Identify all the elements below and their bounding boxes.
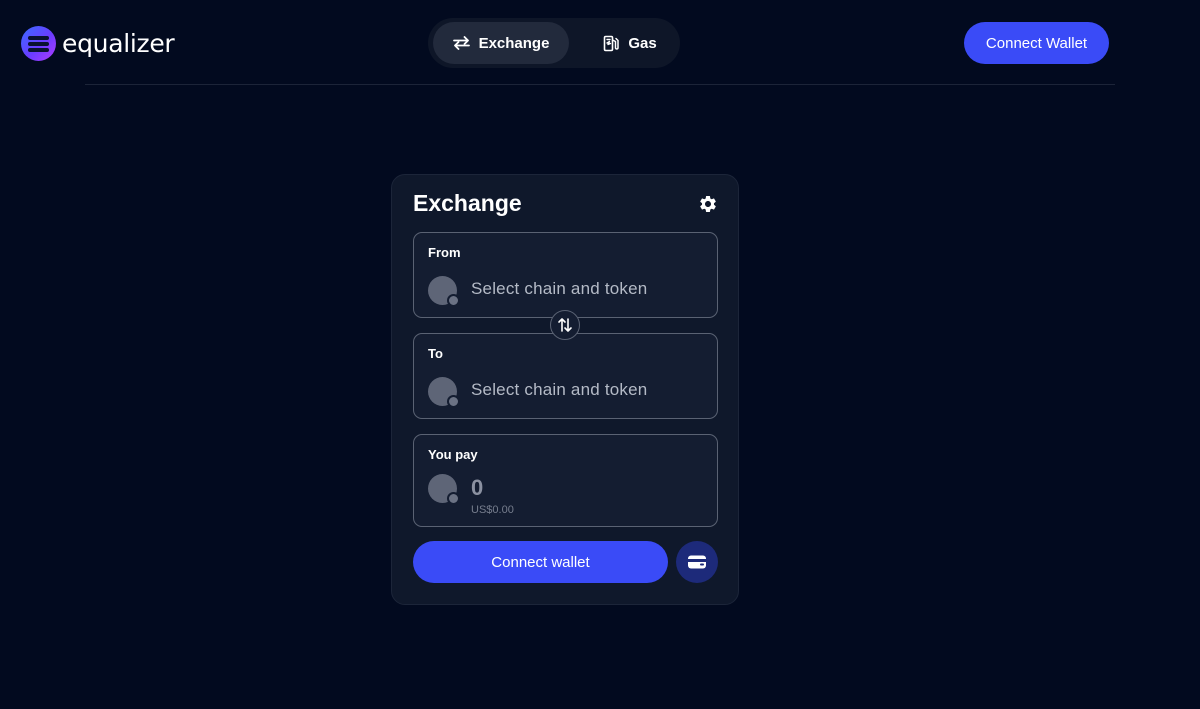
gear-icon[interactable] [698,194,718,214]
tab-exchange[interactable]: Exchange [433,22,569,64]
swap-direction-button[interactable] [550,310,580,340]
logo[interactable]: equalizer [21,25,175,61]
pay-amount-input[interactable]: 0 [471,475,483,501]
token-placeholder-icon [428,377,460,408]
chain-placeholder-icon [447,294,460,307]
exchange-card: Exchange From Select chain and token To … [391,174,739,605]
swap-arrows-icon [452,36,470,50]
gas-pump-icon [604,35,620,51]
to-placeholder: Select chain and token [471,380,648,399]
tab-exchange-label: Exchange [478,34,550,52]
header-divider [85,84,1115,85]
from-token-selector[interactable]: From Select chain and token [413,232,718,318]
pay-usd-value: US$0.00 [471,504,514,516]
top-header: equalizer Exchange Gas Connect Wallet [0,0,1200,85]
pay-label: You pay [428,447,478,462]
card-title: Exchange [413,190,522,216]
connect-wallet-button[interactable]: Connect Wallet [964,22,1109,64]
swap-vertical-icon [558,318,572,332]
wallet-button[interactable] [676,541,718,583]
tab-gas-label: Gas [628,34,657,52]
pay-amount-panel[interactable]: You pay 0 US$0.00 [413,434,718,527]
tab-gas[interactable]: Gas [596,22,664,64]
from-label: From [428,245,461,260]
chain-placeholder-icon [447,395,460,408]
logo-text: equalizer [62,28,175,58]
chain-placeholder-icon [447,492,460,505]
to-token-selector[interactable]: To Select chain and token [413,333,718,419]
to-label: To [428,346,443,361]
token-placeholder-icon [428,276,460,307]
wallet-icon [688,555,706,569]
main-nav: Exchange Gas [428,18,680,68]
connect-wallet-main-button[interactable]: Connect wallet [413,541,668,583]
from-placeholder: Select chain and token [471,279,648,298]
equalizer-logo-icon [21,25,56,61]
token-placeholder-icon [428,474,460,505]
